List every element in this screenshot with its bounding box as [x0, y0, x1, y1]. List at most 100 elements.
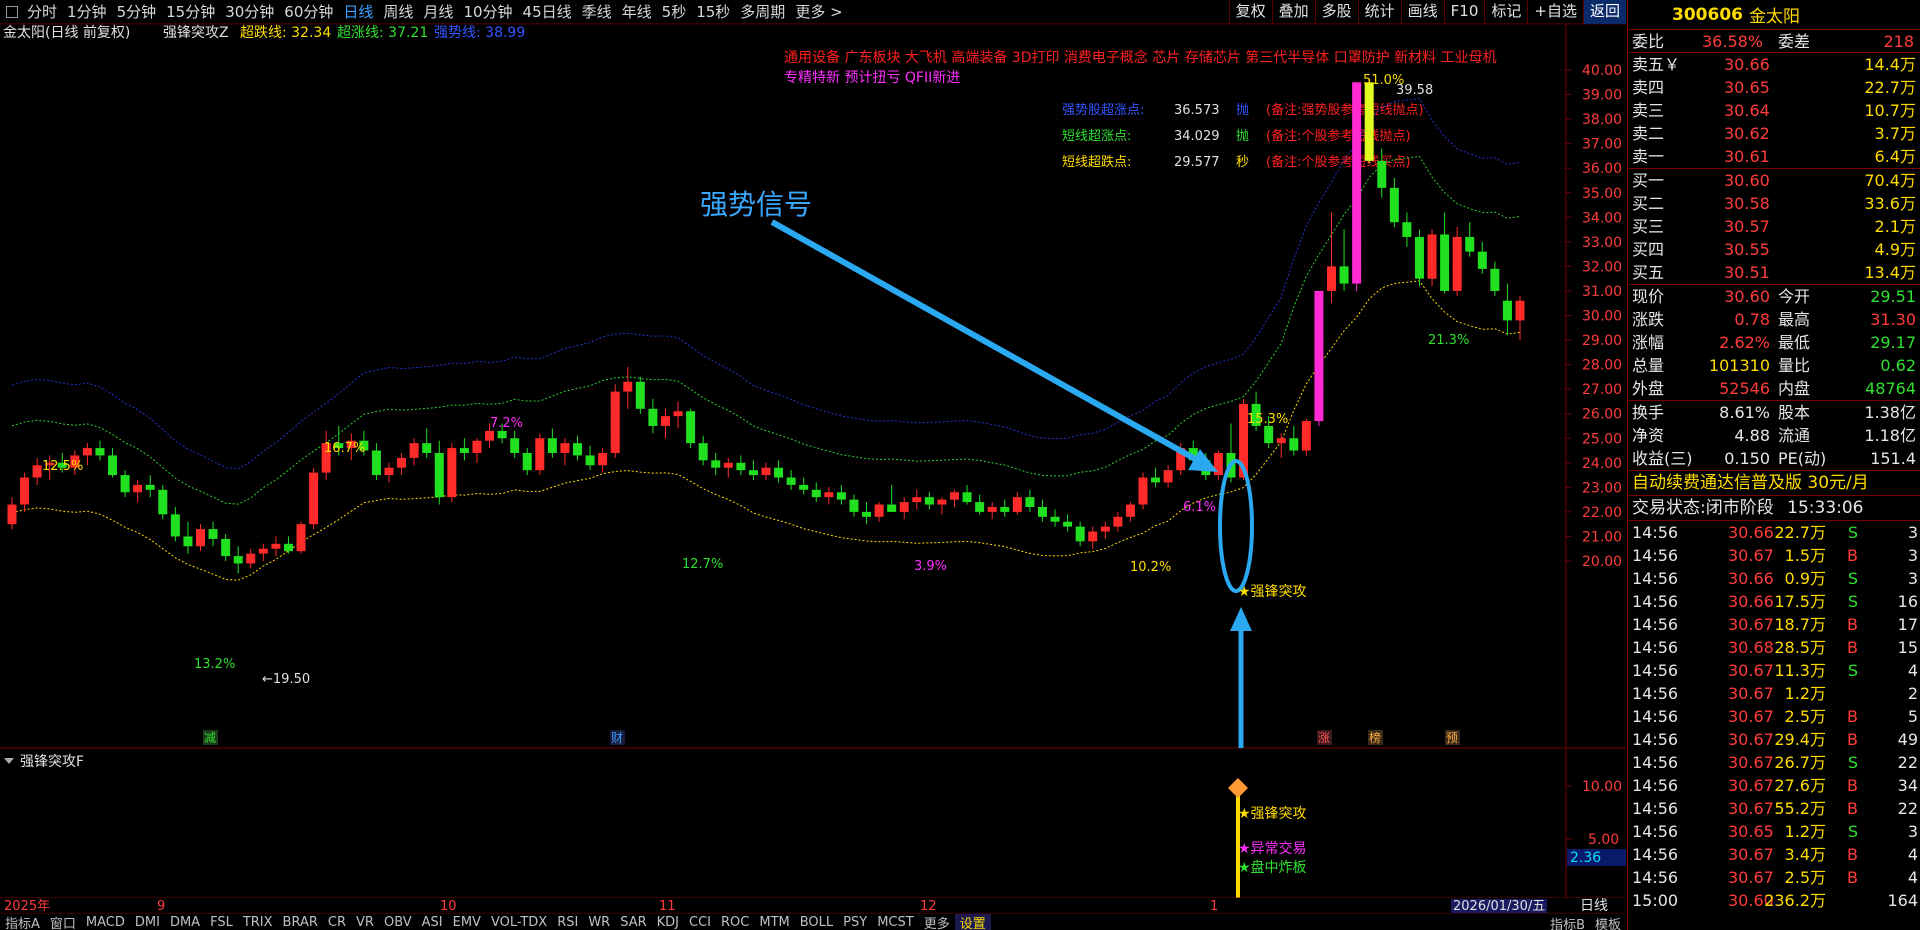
indicator-tab[interactable]: FSL	[205, 915, 238, 930]
period-tab[interactable]: 60分钟	[279, 1, 338, 22]
tool-button[interactable]: 画线	[1400, 0, 1444, 24]
tick-row: 14:56 30.68 28.5万 B 15	[1628, 636, 1920, 659]
event-marker[interactable]: 减	[204, 731, 216, 745]
period-tab[interactable]: 15分钟	[161, 1, 220, 22]
period-tab[interactable]: 5分钟	[112, 1, 162, 22]
indicator-tab[interactable]: RSI	[552, 915, 583, 930]
info-action: 秒	[1236, 155, 1249, 170]
subscription-ad[interactable]: 自动续费通达信普及版 30元/月	[1628, 471, 1920, 496]
window-menu-icon[interactable]	[6, 5, 18, 18]
sub-current-value: 2.36	[1570, 850, 1601, 866]
period-tabs: 分时 1分钟 5分钟 15分钟 30分钟 60分钟 日线 周线 月线 10分钟 45日线 季线 年线 5秒…	[22, 1, 848, 22]
candle-body	[937, 499, 947, 505]
period-tab[interactable]: 30分钟	[220, 1, 279, 22]
candle-body	[384, 467, 394, 476]
event-marker[interactable]: 预	[1446, 731, 1458, 745]
pct-label: 16.7%	[324, 441, 365, 456]
period-tab[interactable]: 更多 >	[790, 1, 847, 22]
tool-button[interactable]: 叠加	[1271, 0, 1315, 24]
ask-row: 卖三 30.64 10.7万	[1628, 99, 1920, 122]
indicator-tab[interactable]: DMI	[130, 915, 165, 930]
period-tab[interactable]: 日线	[338, 1, 378, 22]
indicator-tab[interactable]: WR	[583, 915, 615, 930]
indicator-tab[interactable]: 指标A	[0, 914, 45, 930]
indicator-tab[interactable]: BOLL	[795, 915, 838, 930]
indicator-tab[interactable]: MTM	[754, 915, 794, 930]
period-tab[interactable]: 月线	[418, 1, 458, 22]
tick-price: 30.67	[1728, 707, 1774, 726]
share-label: 流通	[1778, 426, 1811, 445]
candle-body	[924, 497, 934, 505]
tick-count: 3	[1907, 546, 1918, 565]
ask-label: 卖五￥	[1632, 55, 1681, 74]
indicator-tab[interactable]: CR	[323, 915, 351, 930]
indicator-tab[interactable]: 更多	[919, 914, 955, 930]
tool-button[interactable]: 统计	[1357, 0, 1401, 24]
candle-body	[170, 514, 180, 537]
indicator-tab[interactable]: VR	[351, 915, 379, 930]
indicator-name[interactable]: 强锋突攻Z	[163, 25, 229, 41]
indicator-tab[interactable]: ASI	[417, 915, 448, 930]
tool-button[interactable]: 返回	[1582, 0, 1626, 24]
candle-body	[409, 443, 419, 458]
tick-time: 14:56	[1632, 753, 1679, 772]
period-tab[interactable]: 15秒	[691, 1, 735, 22]
period-tab[interactable]: 10分钟	[458, 1, 517, 22]
bid-label: 买三	[1632, 217, 1665, 236]
event-marker[interactable]: 财	[611, 731, 623, 745]
candle-body	[1264, 425, 1274, 444]
period-tab[interactable]: 45日线	[518, 1, 577, 22]
tool-button[interactable]: 多股	[1314, 0, 1358, 24]
period-tab[interactable]: 多周期	[735, 1, 790, 22]
ask-volume: 3.7万	[1874, 124, 1916, 143]
period-tab[interactable]: 周线	[378, 1, 418, 22]
indicator-tab-right[interactable]: 指标B	[1545, 914, 1590, 930]
indicator-tab[interactable]: DMA	[165, 915, 205, 930]
period-tab[interactable]: 1分钟	[62, 1, 112, 22]
period-tab[interactable]: 年线	[617, 1, 657, 22]
indicator-tab[interactable]: ROC	[716, 915, 754, 930]
concepts-line-1: 通用设备 广东板块 大飞机 高端装备 3D打印 消费电子概念 芯片 存储芯片 第…	[784, 49, 1497, 66]
indicator-tab[interactable]: EMV	[448, 915, 486, 930]
indicator-tab[interactable]: TRIX	[238, 915, 278, 930]
tool-button[interactable]: +自选	[1527, 0, 1583, 24]
event-marker[interactable]: 榜	[1369, 730, 1381, 745]
indicator-tab[interactable]: 窗口	[45, 914, 81, 930]
tool-button[interactable]: F10	[1443, 0, 1485, 24]
indicator-tab[interactable]: PSY	[838, 915, 872, 930]
bid-label: 买四	[1632, 240, 1665, 259]
indicator-tab[interactable]: SAR	[615, 915, 651, 930]
candle-body	[32, 465, 42, 478]
signal-up-arrowhead	[1230, 607, 1252, 631]
event-marker[interactable]: 涨	[1318, 730, 1330, 745]
indicator-tab[interactable]: CCI	[684, 915, 716, 930]
indicator-tab-right[interactable]: 模板	[1590, 914, 1626, 930]
period-tab[interactable]: 季线	[577, 1, 617, 22]
candle-body	[849, 499, 859, 512]
tick-row: 14:56 30.66 17.5万 S 16	[1628, 590, 1920, 613]
sub-collapse-icon[interactable]	[4, 758, 14, 764]
candle-body	[1276, 438, 1286, 444]
period-tab[interactable]: 5秒	[657, 1, 692, 22]
tool-button[interactable]: 标记	[1484, 0, 1527, 24]
indicator-tab[interactable]: 设置	[954, 914, 991, 930]
stat-row: 总量 101310 量比 0.62	[1628, 354, 1920, 377]
sub-title: 强锋突攻F	[20, 754, 84, 770]
indicator-tab[interactable]: MACD	[81, 915, 130, 930]
info-note: (备注:强势股参考短线抛点)	[1266, 102, 1424, 118]
bid-book: 买一 30.60 70.4万 买二 30.58 33.6万 买三 30.57 2.1万 买四 30.…	[1628, 169, 1920, 285]
indicator-tab[interactable]: VOL-TDX	[486, 915, 552, 930]
indicator-tab[interactable]: MCST	[872, 915, 919, 930]
bid-row: 买五 30.51 13.4万	[1628, 261, 1920, 284]
candle-body	[1377, 160, 1387, 188]
tool-button[interactable]: 复权	[1228, 0, 1272, 24]
indicator-tab[interactable]: BRAR	[278, 915, 323, 930]
indicator-tab[interactable]: KDJ	[652, 915, 684, 930]
sub-indicator-chart[interactable]: 强锋突攻F 10.00 5.00 2.36 ★强锋突攻 ★异常交易 ★盘中炸板	[0, 748, 1626, 898]
indicator-tab[interactable]: OBV	[379, 915, 417, 930]
tick-time: 14:56	[1632, 707, 1679, 726]
candlestick-chart[interactable]: 金太阳(日线 前复权) 强锋突攻Z 超跌线: 32.34 超涨线: 37.21 …	[0, 24, 1626, 748]
tick-row: 14:56 30.67 2.5万 B 5	[1628, 705, 1920, 728]
event-markers: 减财涨榜预	[203, 730, 1460, 745]
period-tab[interactable]: 分时	[22, 1, 62, 22]
